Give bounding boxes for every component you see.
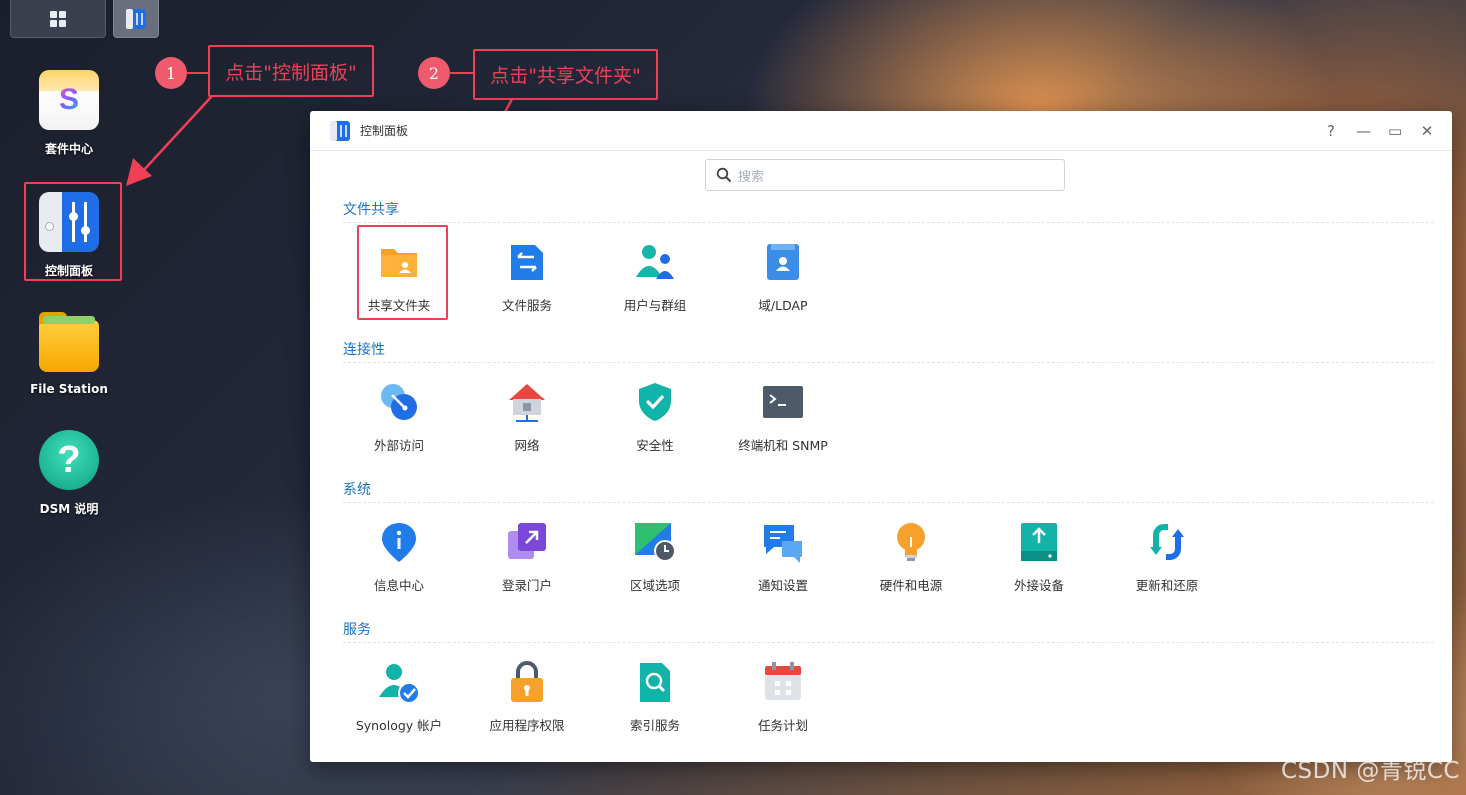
highlight-box-shared-folder <box>357 225 448 320</box>
item-label: 终端机和 SNMP <box>738 438 828 453</box>
item-label: 信息中心 <box>373 578 424 593</box>
item-label: 外部访问 <box>373 438 424 453</box>
minimize-button[interactable]: — <box>1356 122 1371 140</box>
search-placeholder: 搜索 <box>738 169 765 185</box>
item-label: 网络 <box>514 438 540 453</box>
item-regional-options[interactable]: 区域选项 <box>591 521 719 594</box>
regional-options-icon <box>635 523 676 562</box>
item-label: 硬件和电源 <box>879 578 943 593</box>
calendar-icon <box>765 662 801 700</box>
synology-account-icon <box>379 664 420 703</box>
step-2-badge: 2 <box>418 57 450 89</box>
step-2-connector <box>449 72 473 74</box>
lock-icon <box>511 661 543 702</box>
item-app-privileges[interactable]: 应用程序权限 <box>463 661 591 734</box>
item-label: 任务计划 <box>757 718 808 733</box>
watermark: CSDN @青锐CC <box>1280 758 1460 784</box>
section-divider <box>343 362 1434 363</box>
section-title-system: 系统 <box>343 482 371 498</box>
control-panel-window: 控制面板 ? — ▭ ✕ 搜索 文件共享 共享文件夹 文件服务 用户与群组 域/… <box>310 111 1452 762</box>
item-external-access[interactable]: 外部访问 <box>335 381 463 454</box>
item-label: 域/LDAP <box>758 298 808 313</box>
notification-icon <box>764 525 802 563</box>
step-1-connector <box>186 72 208 74</box>
window-titlebar[interactable]: 控制面板 ? — ▭ ✕ <box>310 111 1452 151</box>
section-divider <box>343 502 1434 503</box>
item-label: 文件服务 <box>501 298 552 313</box>
indexing-search-icon <box>640 663 670 702</box>
item-external-devices[interactable]: 外接设备 <box>975 521 1103 594</box>
step-2-note: 点击"共享文件夹" <box>473 49 658 100</box>
domain-ldap-icon <box>767 244 799 280</box>
network-house-icon <box>509 384 545 422</box>
item-synology-account[interactable]: Synology 帐户 <box>335 661 463 734</box>
lightbulb-icon <box>897 523 925 561</box>
item-network[interactable]: 网络 <box>463 381 591 454</box>
section-title-services: 服务 <box>343 622 371 638</box>
item-label: 通知设置 <box>757 578 808 593</box>
item-label: 应用程序权限 <box>489 718 565 733</box>
close-button[interactable]: ✕ <box>1420 122 1434 140</box>
item-terminal-snmp[interactable]: 终端机和 SNMP <box>719 381 847 454</box>
item-label: 更新和还原 <box>1135 578 1199 593</box>
item-label: 登录门户 <box>501 578 552 593</box>
section-divider <box>343 642 1434 643</box>
step-1-note: 点击"控制面板" <box>208 45 374 97</box>
update-restore-icon <box>1150 524 1184 560</box>
maximize-button[interactable]: ▭ <box>1388 122 1402 140</box>
search-input[interactable]: 搜索 <box>705 159 1065 191</box>
section-divider <box>343 222 1434 223</box>
item-security[interactable]: 安全性 <box>591 381 719 454</box>
file-services-icon <box>511 245 543 280</box>
external-devices-icon <box>1021 523 1057 561</box>
section-title-file-sharing: 文件共享 <box>343 202 399 218</box>
item-info-center[interactable]: 信息中心 <box>335 521 463 594</box>
item-indexing-service[interactable]: 索引服务 <box>591 661 719 734</box>
item-task-scheduler[interactable]: 任务计划 <box>719 661 847 734</box>
section-title-connectivity: 连接性 <box>343 342 385 358</box>
item-label: 外接设备 <box>1013 578 1064 593</box>
users-groups-icon <box>636 245 674 279</box>
info-center-icon <box>382 523 416 562</box>
control-panel-icon <box>330 120 350 141</box>
security-shield-icon <box>639 383 671 421</box>
help-button[interactable]: ? <box>1324 122 1338 140</box>
item-file-services[interactable]: 文件服务 <box>463 241 591 314</box>
terminal-icon <box>763 386 803 418</box>
step-1-badge: 1 <box>155 57 187 89</box>
login-portal-icon <box>508 523 546 559</box>
item-label: 用户与群组 <box>623 298 687 313</box>
item-label: 索引服务 <box>629 718 680 733</box>
item-label: 安全性 <box>636 438 674 453</box>
item-users-groups[interactable]: 用户与群组 <box>591 241 719 314</box>
item-hardware-power[interactable]: 硬件和电源 <box>847 521 975 594</box>
item-notification[interactable]: 通知设置 <box>719 521 847 594</box>
search-icon <box>716 167 732 183</box>
external-access-icon <box>381 384 417 420</box>
item-domain-ldap[interactable]: 域/LDAP <box>719 241 847 314</box>
item-label: Synology 帐户 <box>355 718 443 733</box>
item-login-portal[interactable]: 登录门户 <box>463 521 591 594</box>
window-title: 控制面板 <box>360 124 409 138</box>
item-label: 区域选项 <box>629 578 680 593</box>
item-update-restore[interactable]: 更新和还原 <box>1103 521 1231 594</box>
